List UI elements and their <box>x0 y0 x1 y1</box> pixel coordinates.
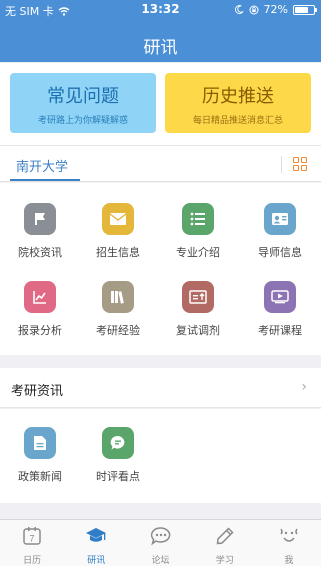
books-icon <box>102 281 134 313</box>
menu-item-courses[interactable]: 考研课程 <box>240 281 320 338</box>
chevron-right-icon: › <box>301 379 307 395</box>
page-title: 研讯 <box>143 38 178 58</box>
menu-item-majors[interactable]: 专业介绍 <box>158 203 238 260</box>
moon-icon <box>234 5 244 14</box>
menu-item-label: 复试调剂 <box>176 324 220 337</box>
menu-item-label: 导师信息 <box>258 246 302 259</box>
feature-cards: 常见问题 考研路上为你解疑解惑 历史推送 每日精品推送消息汇总 <box>0 63 321 145</box>
grid-menu-icon[interactable] <box>293 157 307 171</box>
svg-text:7: 7 <box>30 534 35 544</box>
history-push-title: 历史推送 <box>202 86 274 107</box>
menu-item-label: 院校资讯 <box>18 246 62 259</box>
video-icon <box>264 281 296 313</box>
top-bar: 无 SIM 卡 13:32 72% 研讯 <box>0 0 321 62</box>
graduation-cap-icon <box>86 528 107 542</box>
tab-bar: 7 日历 研讯 论坛 学习 我 <box>0 519 321 566</box>
flag-icon <box>24 203 56 235</box>
tab-study[interactable]: 学习 <box>193 520 257 566</box>
menu-item-school-news[interactable]: 院校资讯 <box>0 203 80 260</box>
menu-item-admissions[interactable]: 招生信息 <box>78 203 158 260</box>
tab-label: 日历 <box>23 556 42 566</box>
history-push-card[interactable]: 历史推送 每日精品推送消息汇总 <box>165 73 311 133</box>
menu-item-tutors[interactable]: 导师信息 <box>240 203 320 260</box>
envelope-icon <box>102 203 134 235</box>
news-item-policy[interactable]: 政策新闻 <box>0 427 80 484</box>
school-name-tab[interactable]: 南开大学 <box>16 156 68 175</box>
menu-item-retest-adjust[interactable]: 复试调剂 <box>158 281 238 338</box>
status-bar: 无 SIM 卡 13:32 72% <box>0 0 321 20</box>
menu-item-label: 考研经验 <box>96 324 140 337</box>
news-item-label: 政策新闻 <box>18 470 62 483</box>
menu-item-admission-analysis[interactable]: 报录分析 <box>0 281 80 338</box>
faq-card[interactable]: 常见问题 考研路上为你解疑解惑 <box>10 73 156 133</box>
news-item-commentary[interactable]: 时评看点 <box>78 427 158 484</box>
document-icon <box>24 427 56 459</box>
faq-subtitle: 考研路上为你解疑解惑 <box>37 116 128 126</box>
chat-icon <box>150 527 170 546</box>
face-icon <box>280 528 298 542</box>
tab-research-news[interactable]: 研讯 <box>64 520 128 566</box>
tab-calendar[interactable]: 7 日历 <box>0 520 64 566</box>
list-icon <box>182 203 214 235</box>
faq-title: 常见问题 <box>47 86 119 107</box>
tab-label: 我 <box>284 556 294 566</box>
calendar-icon: 7 <box>23 527 41 545</box>
tab-label: 研讯 <box>87 556 106 566</box>
rotation-lock-icon <box>249 5 259 14</box>
tab-me[interactable]: 我 <box>257 520 321 566</box>
comment-icon <box>102 427 134 459</box>
tab-forum[interactable]: 论坛 <box>128 520 192 566</box>
menu-item-label: 考研课程 <box>258 324 302 337</box>
tab-label: 学习 <box>215 556 234 566</box>
chart-icon <box>24 281 56 313</box>
news-section-title: 考研资讯 <box>11 384 64 399</box>
battery-icon <box>293 4 317 15</box>
news-section-header[interactable]: 考研资讯 › <box>0 368 321 408</box>
menu-item-label: 报录分析 <box>18 324 62 337</box>
id-card-icon <box>264 203 296 235</box>
news-grid: 政策新闻 时评看点 <box>0 409 321 503</box>
school-selector: 南开大学 <box>0 145 321 182</box>
category-grid: 院校资讯 招生信息 专业介绍 导师信息 报录分析 考研经验 复试调剂 考研课程 <box>0 183 321 355</box>
tab-label: 论坛 <box>151 556 170 566</box>
menu-item-label: 专业介绍 <box>176 246 220 259</box>
ticket-icon <box>182 281 214 313</box>
menu-item-experience[interactable]: 考研经验 <box>78 281 158 338</box>
school-tab-indicator <box>10 179 80 181</box>
history-push-subtitle: 每日精品推送消息汇总 <box>192 116 283 126</box>
divider <box>281 156 282 173</box>
menu-item-label: 招生信息 <box>96 246 140 259</box>
news-item-label: 时评看点 <box>96 470 140 483</box>
battery-percent: 72% <box>263 3 288 16</box>
pencil-icon <box>216 527 234 545</box>
